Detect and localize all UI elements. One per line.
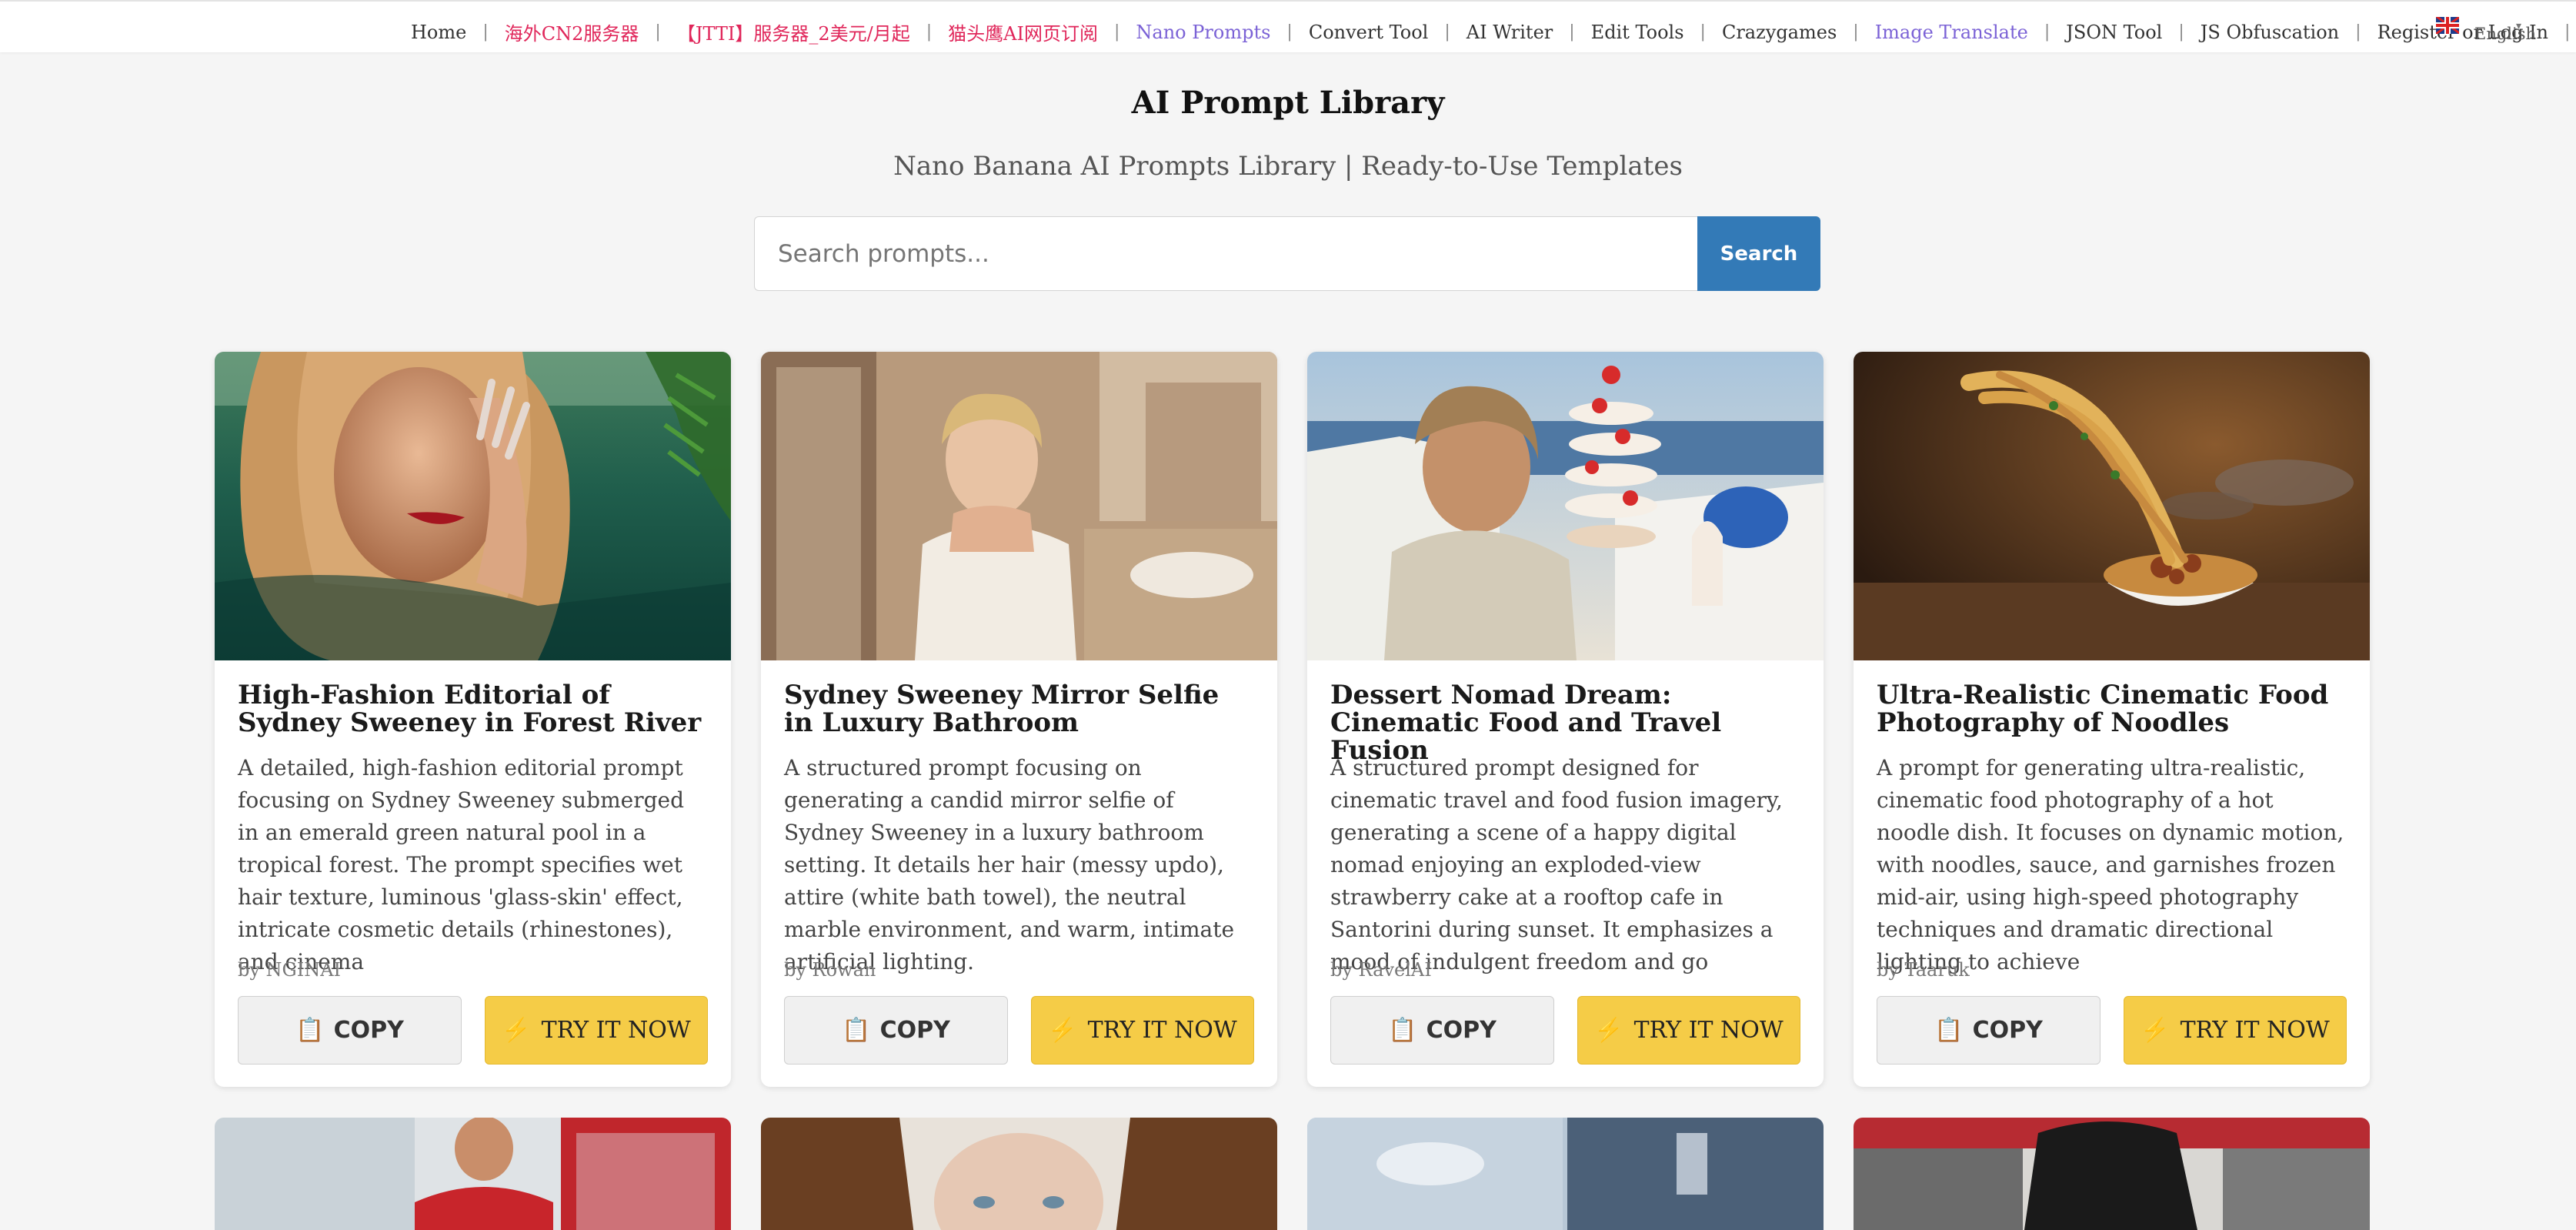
nav-json-tool[interactable]: JSON Tool: [2055, 22, 2173, 43]
card-description: A prompt for generating ultra-realistic,…: [1877, 755, 2344, 974]
prompt-card-image[interactable]: [215, 1118, 731, 1230]
card-image[interactable]: [1307, 352, 1824, 660]
nav-separator: |: [1569, 22, 1575, 42]
nav-jtti-servers[interactable]: 【JTTI】服务器_2美元/月起: [666, 18, 921, 45]
try-it-now-button[interactable]: ⚡ TRY IT NOW: [1577, 996, 1800, 1065]
clipboard-icon: 📋: [842, 1017, 871, 1044]
lightning-bolt-icon: ⚡: [502, 1017, 531, 1044]
nav-menu: Home | 海外CN2服务器 | 【JTTI】服务器_2美元/月起 | 猫头鹰…: [400, 18, 2575, 45]
nav-separator: |: [2044, 22, 2050, 42]
nav-edit-tools[interactable]: Edit Tools: [1580, 22, 1695, 43]
prompt-card: Ultra-Realistic Cinematic Food Photograp…: [1854, 352, 2370, 1087]
card-author: by NGINAI: [238, 959, 342, 981]
copy-label: COPY: [1972, 1017, 2043, 1044]
nav-separator: |: [1444, 22, 1450, 42]
card-author: by Taaruk: [1877, 959, 1970, 981]
copy-button[interactable]: 📋 COPY: [1877, 996, 2101, 1065]
nav-separator: |: [482, 22, 489, 42]
try-label: TRY IT NOW: [2180, 1017, 2330, 1044]
page-subtitle: Nano Banana AI Prompts Library | Ready-t…: [893, 151, 1683, 182]
copy-label: COPY: [333, 1017, 404, 1044]
lightning-bolt-icon: ⚡: [1048, 1017, 1077, 1044]
clipboard-icon: 📋: [295, 1017, 325, 1044]
prompt-card-image[interactable]: [761, 1118, 1277, 1230]
card-description: A detailed, high-fashion editorial promp…: [238, 755, 685, 974]
prompt-card: Sydney Sweeney Mirror Selfie in Luxury B…: [761, 352, 1277, 1087]
prompt-card-image[interactable]: [1854, 1118, 2370, 1230]
try-it-now-button[interactable]: ⚡ TRY IT NOW: [485, 996, 708, 1065]
try-it-now-button[interactable]: ⚡ TRY IT NOW: [1031, 996, 1254, 1065]
card-image[interactable]: [761, 352, 1277, 660]
prompt-card-image[interactable]: [1307, 1118, 1824, 1230]
nav-image-translate[interactable]: Image Translate: [1864, 22, 2039, 43]
card-title[interactable]: High-Fashion Editorial of Sydney Sweeney…: [238, 681, 707, 737]
copy-button[interactable]: 📋 COPY: [238, 996, 462, 1065]
card-image[interactable]: [1854, 352, 2370, 660]
card-image[interactable]: [215, 352, 731, 660]
nav-separator: |: [1700, 22, 1706, 42]
clipboard-icon: 📋: [1934, 1017, 1964, 1044]
uk-flag-icon: [2436, 17, 2459, 34]
nav-separator: |: [2178, 22, 2184, 42]
copy-button[interactable]: 📋 COPY: [784, 996, 1008, 1065]
nav-convert-tool[interactable]: Convert Tool: [1298, 22, 1440, 43]
nav-separator: |: [1853, 22, 1859, 42]
nav-separator: |: [926, 22, 933, 42]
language-label: English: [2474, 25, 2537, 43]
search-input[interactable]: [754, 216, 1697, 291]
nav-separator: |: [2564, 22, 2571, 42]
card-title[interactable]: Sydney Sweeney Mirror Selfie in Luxury B…: [784, 681, 1253, 737]
nav-separator: |: [655, 22, 661, 42]
prompt-card: High-Fashion Editorial of Sydney Sweeney…: [215, 352, 731, 1087]
card-description: A structured prompt designed for cinemat…: [1330, 755, 1783, 974]
card-author: by Rowan: [784, 959, 876, 981]
nav-separator: |: [1286, 22, 1293, 42]
search-bar: Search: [754, 216, 1820, 291]
try-label: TRY IT NOW: [1633, 1017, 1784, 1044]
try-label: TRY IT NOW: [541, 1017, 691, 1044]
copy-button[interactable]: 📋 COPY: [1330, 996, 1554, 1065]
top-navbar: Home | 海外CN2服务器 | 【JTTI】服务器_2美元/月起 | 猫头鹰…: [0, 0, 2576, 52]
card-description: A structured prompt focusing on generati…: [784, 755, 1235, 974]
nav-home[interactable]: Home: [400, 22, 477, 43]
nav-ai-writer[interactable]: AI Writer: [1456, 22, 1564, 43]
nav-separator: |: [2355, 22, 2361, 42]
search-button[interactable]: Search: [1697, 216, 1820, 291]
page-title: AI Prompt Library: [1131, 85, 1445, 121]
language-selector[interactable]: English ▾: [2436, 17, 2536, 43]
try-label: TRY IT NOW: [1087, 1017, 1237, 1044]
nav-owl-ai[interactable]: 猫头鹰AI网页订阅: [937, 18, 1109, 45]
nav-separator: |: [1113, 22, 1120, 42]
nav-cn2-servers[interactable]: 海外CN2服务器: [494, 18, 650, 45]
copy-label: COPY: [879, 1017, 950, 1044]
clipboard-icon: 📋: [1388, 1017, 1417, 1044]
chevron-down-icon: ▾: [2516, 20, 2522, 32]
nav-crazygames[interactable]: Crazygames: [1711, 22, 1847, 43]
prompt-card: Dessert Nomad Dream: Cinematic Food and …: [1307, 352, 1824, 1087]
card-title[interactable]: Ultra-Realistic Cinematic Food Photograp…: [1877, 681, 2346, 737]
nav-js-obfuscation[interactable]: JS Obfuscation: [2190, 22, 2350, 43]
nav-nano-prompts[interactable]: Nano Prompts: [1125, 22, 1281, 43]
card-author: by RavelAI: [1330, 959, 1432, 981]
lightning-bolt-icon: ⚡: [1594, 1017, 1623, 1044]
lightning-bolt-icon: ⚡: [2141, 1017, 2170, 1044]
try-it-now-button[interactable]: ⚡ TRY IT NOW: [2124, 996, 2347, 1065]
copy-label: COPY: [1426, 1017, 1497, 1044]
